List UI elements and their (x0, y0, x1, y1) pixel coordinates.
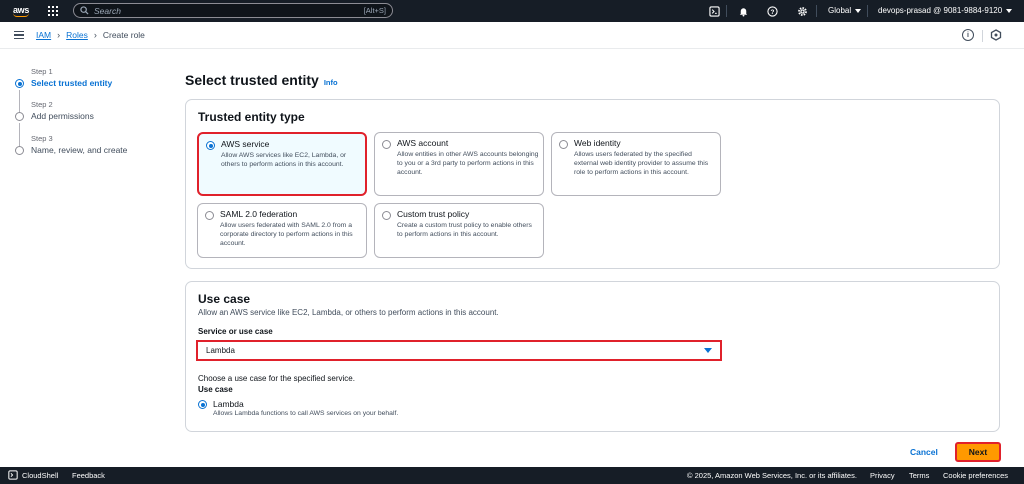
radio-unselected[interactable] (205, 211, 214, 220)
chevron-down-icon (1006, 9, 1012, 13)
menu-hamburger-icon[interactable] (14, 31, 24, 39)
search-shortcut: [Alt+S] (364, 6, 386, 15)
cloudshell-icon[interactable] (707, 4, 721, 18)
step-indicator (15, 112, 24, 121)
nav-divider (816, 5, 817, 17)
cloudshell-footer-icon[interactable] (8, 470, 18, 482)
help-icon[interactable]: ? (765, 4, 779, 18)
step-label: Step 1 (31, 67, 53, 76)
next-button[interactable]: Next (955, 442, 1001, 462)
tile-description: Allow AWS services like EC2, Lambda, or … (221, 151, 363, 169)
svg-text:?: ? (770, 8, 774, 15)
section-title: Use case (198, 292, 250, 306)
page-title-text: Select trusted entity (185, 72, 319, 88)
info-panel-icon[interactable]: i (962, 29, 974, 41)
chevron-right-icon: › (57, 30, 60, 40)
tile-title: SAML 2.0 federation (220, 209, 297, 219)
step-label: Step 3 (31, 134, 53, 143)
copyright-text: © 2025, Amazon Web Services, Inc. or its… (687, 471, 857, 480)
radio-selected[interactable] (198, 400, 207, 409)
use-case-hint: Choose a use case for the specified serv… (198, 374, 355, 383)
tile-description: Allows users federated by the specified … (574, 150, 716, 177)
region-selector[interactable]: Global (828, 6, 861, 15)
terms-link[interactable]: Terms (909, 471, 929, 480)
tile-title: AWS service (221, 139, 269, 149)
field-label: Service or use case (198, 327, 273, 336)
notifications-bell-icon[interactable] (736, 4, 750, 18)
feedback-link[interactable]: Feedback (72, 471, 105, 480)
chevron-right-icon: › (94, 30, 97, 40)
search-input[interactable]: Search [Alt+S] (73, 3, 393, 18)
services-menu-icon[interactable] (48, 6, 58, 16)
radio-unselected[interactable] (382, 140, 391, 149)
radio-unselected[interactable] (559, 140, 568, 149)
settings-gear-icon[interactable] (795, 4, 809, 18)
tile-title: Custom trust policy (397, 209, 469, 219)
breadcrumb-current: Create role (103, 30, 145, 40)
caret-down-icon (704, 348, 712, 353)
nav-divider (867, 5, 868, 17)
search-placeholder: Search (94, 6, 121, 16)
page-title: Select trusted entity Info (185, 72, 338, 88)
step-indicator-active (15, 79, 24, 88)
radio-selected[interactable] (206, 141, 215, 150)
tile-title: AWS account (397, 138, 448, 148)
breadcrumb-link-iam[interactable]: IAM (36, 30, 51, 40)
tile-description: Allow users federated with SAML 2.0 from… (220, 221, 362, 248)
trusted-entity-panel: Trusted entity type AWS service Allow AW… (185, 99, 1000, 269)
footer: CloudShell Feedback © 2025, Amazon Web S… (0, 467, 1024, 484)
step-title: Select trusted entity (31, 78, 112, 88)
tile-saml-federation[interactable]: SAML 2.0 federation Allow users federate… (197, 203, 367, 258)
tile-custom-trust-policy[interactable]: Custom trust policy Create a custom trus… (374, 203, 544, 258)
search-icon (80, 6, 89, 15)
account-label: devops-prasad @ 9081-9884-9120 (878, 6, 1002, 15)
top-navigation: aws Search [Alt+S] ? Global devops-prasa… (0, 0, 1024, 22)
aws-logo[interactable]: aws (6, 0, 36, 22)
region-label: Global (828, 6, 851, 15)
step-indicator (15, 146, 24, 155)
tile-title: Web identity (574, 138, 621, 148)
breadcrumb: IAM › Roles › Create role (36, 30, 145, 40)
tile-web-identity[interactable]: Web identity Allows users federated by t… (551, 132, 721, 196)
use-case-panel: Use case Allow an AWS service like EC2, … (185, 281, 1000, 432)
tile-aws-account[interactable]: AWS account Allow entities in other AWS … (374, 132, 544, 196)
use-case-label: Use case (198, 385, 233, 394)
cookie-preferences-link[interactable]: Cookie preferences (943, 471, 1008, 480)
step-title: Name, review, and create (31, 145, 127, 155)
account-menu[interactable]: devops-prasad @ 9081-9884-9120 (878, 6, 1012, 15)
privacy-link[interactable]: Privacy (870, 471, 895, 480)
breadcrumb-bar: IAM › Roles › Create role i (0, 22, 1024, 49)
section-title: Trusted entity type (198, 110, 305, 124)
breadcrumb-link-roles[interactable]: Roles (66, 30, 88, 40)
use-case-option-description: Allows Lambda functions to call AWS serv… (213, 410, 398, 417)
step-connector (19, 123, 20, 147)
nav-divider (726, 5, 727, 17)
step-connector (19, 90, 20, 114)
cloudshell-link[interactable]: CloudShell (22, 471, 58, 480)
step-label: Step 2 (31, 100, 53, 109)
tile-aws-service[interactable]: AWS service Allow AWS services like EC2,… (197, 132, 367, 196)
info-link[interactable]: Info (324, 78, 338, 87)
select-value: Lambda (206, 346, 235, 355)
radio-unselected[interactable] (382, 211, 391, 220)
chevron-down-icon (855, 9, 861, 13)
tile-description: Create a custom trust policy to enable o… (397, 221, 539, 239)
tile-description: Allow entities in other AWS accounts bel… (397, 150, 539, 177)
section-description: Allow an AWS service like EC2, Lambda, o… (198, 308, 499, 317)
nav-divider (982, 30, 983, 42)
service-select[interactable]: Lambda (196, 340, 722, 361)
cancel-button[interactable]: Cancel (910, 447, 938, 457)
hexagon-settings-icon[interactable] (990, 29, 1002, 43)
use-case-option-title: Lambda (213, 399, 244, 409)
step-title: Add permissions (31, 111, 94, 121)
